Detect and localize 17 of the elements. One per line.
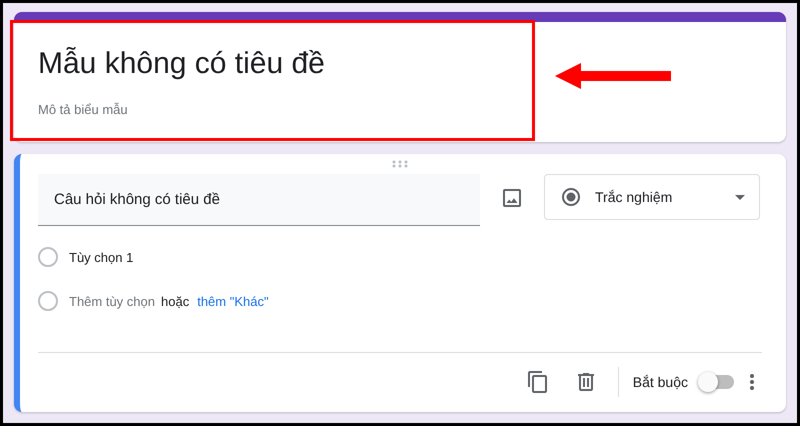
option-label[interactable]: Tùy chọn 1 (69, 250, 134, 264)
add-option-field[interactable]: Thêm tùy chọn (69, 294, 161, 308)
drag-handle-icon[interactable] (392, 160, 408, 168)
required-label: Bắt buộc (632, 374, 688, 390)
form-title[interactable]: Mẫu không có tiêu đề (38, 44, 762, 84)
caret-icon (735, 194, 745, 200)
required-toggle[interactable] (698, 371, 734, 393)
add-other-link[interactable]: thêm "Khác" (197, 294, 269, 308)
or-text: hoặc (161, 294, 190, 308)
radio-button[interactable] (38, 247, 58, 267)
question-type-dropdown[interactable]: Trắc nghiệm (544, 174, 760, 220)
question-field[interactable]: Câu hỏi không có tiêu đề (38, 174, 480, 226)
more-icon[interactable] (750, 374, 754, 390)
duplicate-icon[interactable] (526, 370, 550, 394)
radio-icon (561, 187, 581, 207)
image-icon[interactable] (500, 186, 524, 210)
arrow-icon (555, 63, 671, 89)
